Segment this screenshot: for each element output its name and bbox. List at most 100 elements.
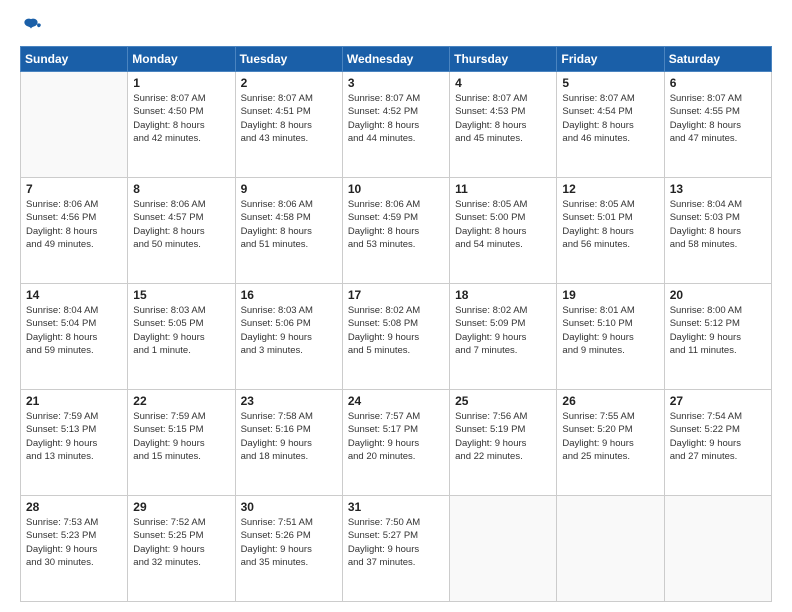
day-info: Sunrise: 7:52 AMSunset: 5:25 PMDaylight:… [133, 516, 229, 569]
calendar-cell: 27 Sunrise: 7:54 AMSunset: 5:22 PMDayligh… [664, 390, 771, 496]
day-info: Sunrise: 7:50 AMSunset: 5:27 PMDaylight:… [348, 516, 444, 569]
day-info: Sunrise: 7:58 AMSunset: 5:16 PMDaylight:… [241, 410, 337, 463]
calendar-week-row: 1 Sunrise: 8:07 AMSunset: 4:50 PMDaylight… [21, 72, 772, 178]
day-number: 25 [455, 394, 551, 408]
day-info: Sunrise: 8:06 AMSunset: 4:57 PMDaylight:… [133, 198, 229, 251]
calendar-cell [664, 496, 771, 602]
day-number: 21 [26, 394, 122, 408]
day-number: 31 [348, 500, 444, 514]
day-info: Sunrise: 8:06 AMSunset: 4:59 PMDaylight:… [348, 198, 444, 251]
calendar-cell: 31 Sunrise: 7:50 AMSunset: 5:27 PMDayligh… [342, 496, 449, 602]
page: SundayMondayTuesdayWednesdayThursdayFrid… [0, 0, 792, 612]
calendar-cell: 4Sunrise: 8:07 AMSunset: 4:53 PMDaylight… [450, 72, 557, 178]
day-info: Sunrise: 8:03 AMSunset: 5:06 PMDaylight:… [241, 304, 337, 357]
day-number: 22 [133, 394, 229, 408]
day-number: 10 [348, 182, 444, 196]
calendar-cell: 14 Sunrise: 8:04 AMSunset: 5:04 PMDayligh… [21, 284, 128, 390]
calendar-cell: 10 Sunrise: 8:06 AMSunset: 4:59 PMDayligh… [342, 178, 449, 284]
weekday-header: Monday [128, 47, 235, 72]
day-info: Sunrise: 7:59 AMSunset: 5:15 PMDaylight:… [133, 410, 229, 463]
calendar-cell: 13 Sunrise: 8:04 AMSunset: 5:03 PMDayligh… [664, 178, 771, 284]
day-number: 4 [455, 76, 551, 90]
calendar-header-row: SundayMondayTuesdayWednesdayThursdayFrid… [21, 47, 772, 72]
day-number: 24 [348, 394, 444, 408]
weekday-header: Friday [557, 47, 664, 72]
day-info: Sunrise: 8:07 AMSunset: 4:52 PMDaylight:… [348, 92, 444, 145]
calendar-cell: 5 Sunrise: 8:07 AMSunset: 4:54 PMDaylight… [557, 72, 664, 178]
day-number: 18 [455, 288, 551, 302]
day-number: 5 [562, 76, 658, 90]
calendar-table: SundayMondayTuesdayWednesdayThursdayFrid… [20, 46, 772, 602]
day-info: Sunrise: 8:03 AMSunset: 5:05 PMDaylight:… [133, 304, 229, 357]
day-number: 30 [241, 500, 337, 514]
calendar-cell [557, 496, 664, 602]
calendar-cell: 3 Sunrise: 8:07 AMSunset: 4:52 PMDaylight… [342, 72, 449, 178]
day-number: 19 [562, 288, 658, 302]
day-info: Sunrise: 8:07 AMSunset: 4:50 PMDaylight:… [133, 92, 229, 145]
calendar-cell: 17Sunrise: 8:02 AMSunset: 5:08 PMDayligh… [342, 284, 449, 390]
day-number: 27 [670, 394, 766, 408]
day-info: Sunrise: 8:07 AMSunset: 4:55 PMDaylight:… [670, 92, 766, 145]
day-number: 15 [133, 288, 229, 302]
calendar-cell: 22 Sunrise: 7:59 AMSunset: 5:15 PMDayligh… [128, 390, 235, 496]
day-number: 11 [455, 182, 551, 196]
calendar-cell: 18 Sunrise: 8:02 AMSunset: 5:09 PMDayligh… [450, 284, 557, 390]
calendar-cell: 2 Sunrise: 8:07 AMSunset: 4:51 PMDaylight… [235, 72, 342, 178]
calendar-cell: 23Sunrise: 7:58 AMSunset: 5:16 PMDayligh… [235, 390, 342, 496]
day-number: 28 [26, 500, 122, 514]
calendar-cell: 16 Sunrise: 8:03 AMSunset: 5:06 PMDayligh… [235, 284, 342, 390]
day-info: Sunrise: 8:06 AMSunset: 4:58 PMDaylight:… [241, 198, 337, 251]
calendar-cell: 6 Sunrise: 8:07 AMSunset: 4:55 PMDaylight… [664, 72, 771, 178]
day-number: 12 [562, 182, 658, 196]
day-number: 26 [562, 394, 658, 408]
calendar-week-row: 7 Sunrise: 8:06 AMSunset: 4:56 PMDaylight… [21, 178, 772, 284]
day-info: Sunrise: 8:07 AMSunset: 4:54 PMDaylight:… [562, 92, 658, 145]
day-info: Sunrise: 8:06 AMSunset: 4:56 PMDaylight:… [26, 198, 122, 251]
calendar-cell: 12 Sunrise: 8:05 AMSunset: 5:01 PMDayligh… [557, 178, 664, 284]
day-info: Sunrise: 8:05 AMSunset: 5:01 PMDaylight:… [562, 198, 658, 251]
day-info: Sunrise: 7:57 AMSunset: 5:17 PMDaylight:… [348, 410, 444, 463]
calendar-cell: 21 Sunrise: 7:59 AMSunset: 5:13 PMDayligh… [21, 390, 128, 496]
day-number: 1 [133, 76, 229, 90]
day-number: 16 [241, 288, 337, 302]
logo [20, 16, 46, 38]
calendar-week-row: 21 Sunrise: 7:59 AMSunset: 5:13 PMDayligh… [21, 390, 772, 496]
calendar-cell: 20Sunrise: 8:00 AMSunset: 5:12 PMDayligh… [664, 284, 771, 390]
day-info: Sunrise: 8:01 AMSunset: 5:10 PMDaylight:… [562, 304, 658, 357]
day-info: Sunrise: 8:07 AMSunset: 4:51 PMDaylight:… [241, 92, 337, 145]
calendar-cell: 19 Sunrise: 8:01 AMSunset: 5:10 PMDayligh… [557, 284, 664, 390]
day-number: 8 [133, 182, 229, 196]
weekday-header: Saturday [664, 47, 771, 72]
day-info: Sunrise: 7:53 AMSunset: 5:23 PMDaylight:… [26, 516, 122, 569]
header [20, 16, 772, 38]
day-number: 2 [241, 76, 337, 90]
calendar-cell: 24 Sunrise: 7:57 AMSunset: 5:17 PMDayligh… [342, 390, 449, 496]
calendar-week-row: 28 Sunrise: 7:53 AMSunset: 5:23 PMDayligh… [21, 496, 772, 602]
day-info: Sunrise: 7:54 AMSunset: 5:22 PMDaylight:… [670, 410, 766, 463]
day-number: 3 [348, 76, 444, 90]
calendar-cell: 15 Sunrise: 8:03 AMSunset: 5:05 PMDayligh… [128, 284, 235, 390]
day-info: Sunrise: 8:02 AMSunset: 5:09 PMDaylight:… [455, 304, 551, 357]
day-number: 13 [670, 182, 766, 196]
day-number: 7 [26, 182, 122, 196]
calendar-cell: 8 Sunrise: 8:06 AMSunset: 4:57 PMDaylight… [128, 178, 235, 284]
calendar-cell: 29 Sunrise: 7:52 AMSunset: 5:25 PMDayligh… [128, 496, 235, 602]
day-info: Sunrise: 7:56 AMSunset: 5:19 PMDaylight:… [455, 410, 551, 463]
weekday-header: Sunday [21, 47, 128, 72]
calendar-week-row: 14 Sunrise: 8:04 AMSunset: 5:04 PMDayligh… [21, 284, 772, 390]
day-info: Sunrise: 7:55 AMSunset: 5:20 PMDaylight:… [562, 410, 658, 463]
calendar-cell: 30Sunrise: 7:51 AMSunset: 5:26 PMDayligh… [235, 496, 342, 602]
day-info: Sunrise: 7:59 AMSunset: 5:13 PMDaylight:… [26, 410, 122, 463]
weekday-header: Thursday [450, 47, 557, 72]
calendar-cell: 26 Sunrise: 7:55 AMSunset: 5:20 PMDayligh… [557, 390, 664, 496]
day-info: Sunrise: 8:04 AMSunset: 5:03 PMDaylight:… [670, 198, 766, 251]
day-number: 29 [133, 500, 229, 514]
calendar-cell: 11Sunrise: 8:05 AMSunset: 5:00 PMDayligh… [450, 178, 557, 284]
day-info: Sunrise: 8:02 AMSunset: 5:08 PMDaylight:… [348, 304, 444, 357]
day-info: Sunrise: 8:04 AMSunset: 5:04 PMDaylight:… [26, 304, 122, 357]
calendar-cell [450, 496, 557, 602]
calendar-cell: 1 Sunrise: 8:07 AMSunset: 4:50 PMDaylight… [128, 72, 235, 178]
calendar-cell [21, 72, 128, 178]
day-number: 6 [670, 76, 766, 90]
day-number: 14 [26, 288, 122, 302]
